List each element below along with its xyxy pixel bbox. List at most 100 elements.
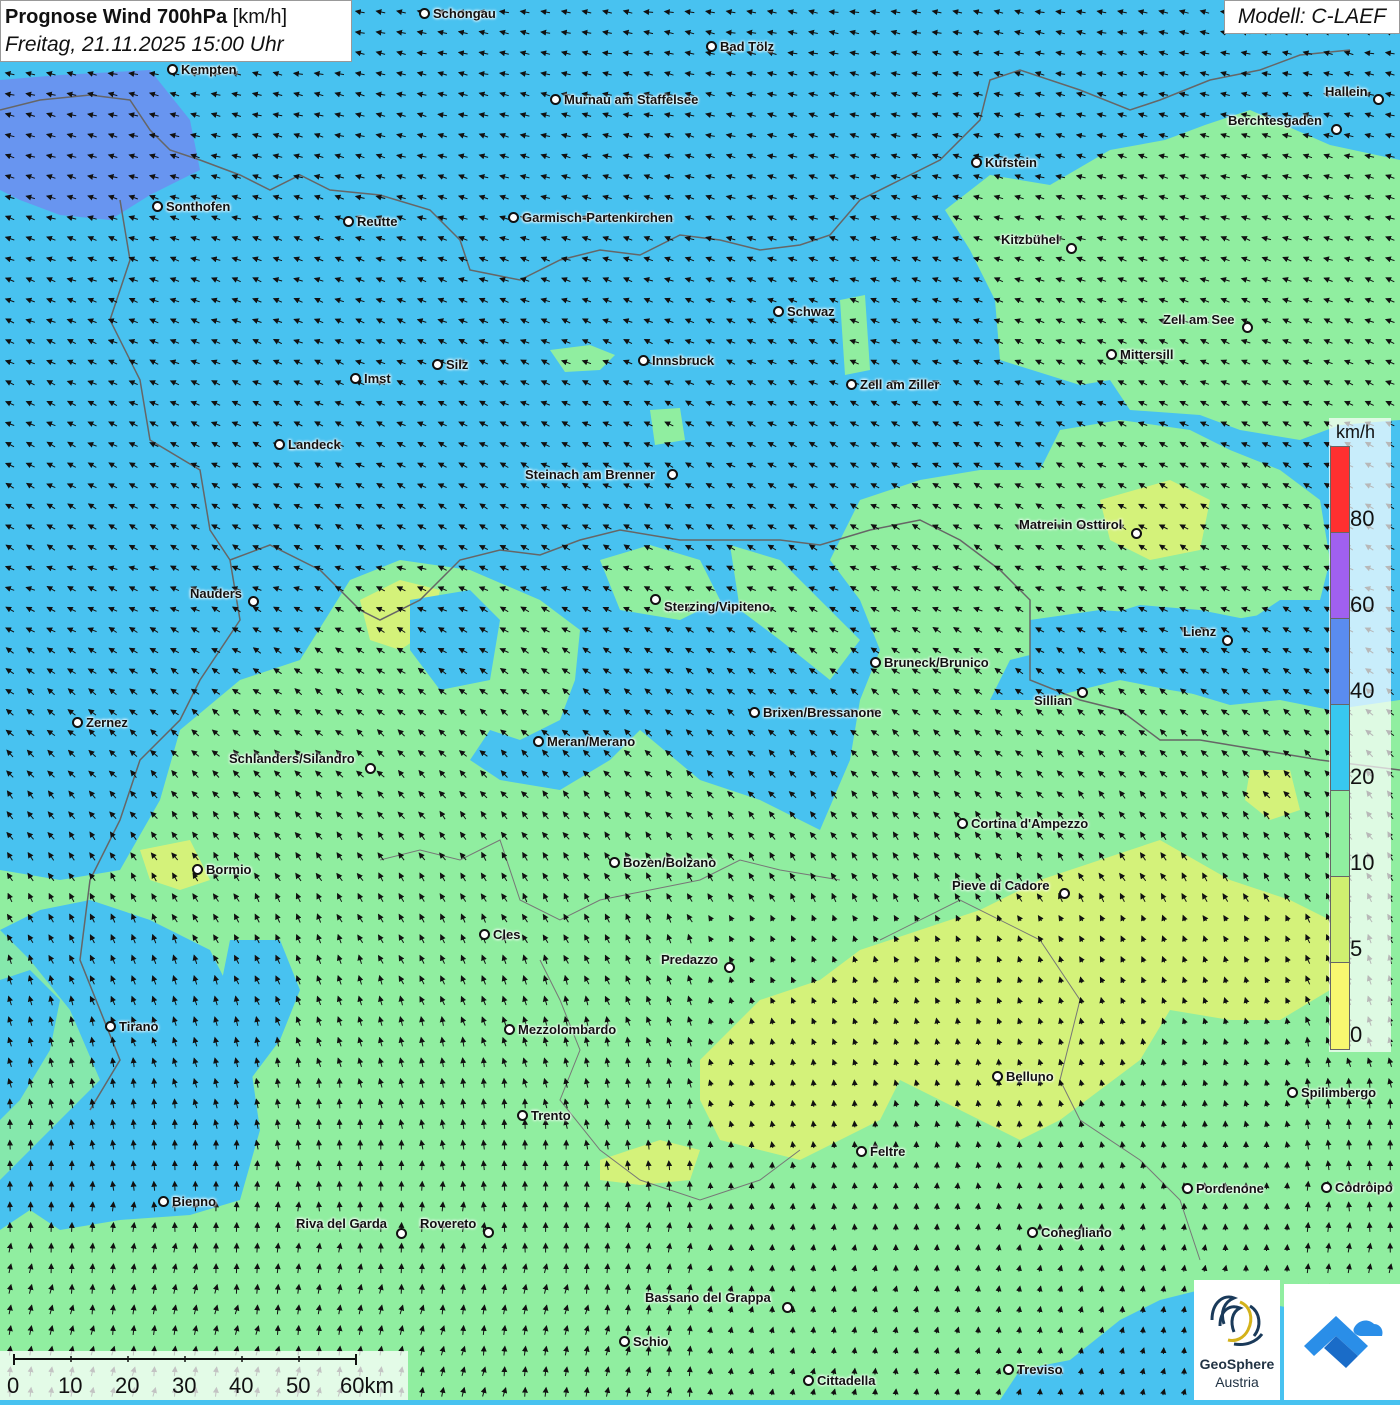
city-marker xyxy=(1331,124,1342,135)
wind-arrow xyxy=(113,1326,114,1335)
wind-arrow xyxy=(957,1204,958,1210)
wind-arrow xyxy=(896,1389,897,1395)
wind-arrow xyxy=(422,1244,423,1253)
legend-label-0: 0 xyxy=(1350,1022,1362,1048)
app-logo[interactable] xyxy=(1284,1284,1400,1400)
wind-arrow xyxy=(1060,1389,1061,1395)
scale-label-20: 20 xyxy=(115,1373,139,1399)
wind-arrow xyxy=(793,1245,794,1251)
city-label: Mezzolombardo xyxy=(518,1022,616,1037)
city-marker xyxy=(248,596,259,607)
city-label: Feltre xyxy=(870,1144,905,1159)
wind-field-green-patch xyxy=(650,408,685,445)
wind-arrow xyxy=(1122,1183,1123,1189)
city-label: Schlanders/Silandro xyxy=(229,751,355,766)
wind-arrow xyxy=(1122,1266,1123,1272)
city-marker xyxy=(782,1302,793,1313)
city-label: Treviso xyxy=(1017,1362,1063,1377)
city-label: Kufstein xyxy=(985,155,1037,170)
city-marker xyxy=(706,41,717,52)
wind-arrow xyxy=(339,1120,340,1129)
wind-arrow xyxy=(587,1285,588,1294)
wind-arrow xyxy=(1019,1348,1020,1354)
wind-arrow xyxy=(1122,1224,1123,1230)
city-label: Spilimbergo xyxy=(1301,1085,1376,1100)
weather-app-icon xyxy=(1284,1284,1400,1400)
wind-arrow xyxy=(504,1099,505,1108)
city-label: Rovereto xyxy=(420,1216,476,1231)
title-unit: [km/h] xyxy=(233,6,287,28)
city-marker xyxy=(483,1227,494,1238)
wind-arrow xyxy=(72,1264,73,1273)
wind-arrow xyxy=(339,1161,340,1170)
city-label: Berchtesgaden xyxy=(1228,113,1322,128)
city-marker xyxy=(619,1336,630,1347)
city-label: Reutte xyxy=(357,214,397,229)
city-marker xyxy=(1321,1182,1332,1193)
title-main: Prognose Wind 700hPa xyxy=(5,6,227,28)
city-label: Predazzo xyxy=(661,952,718,967)
wind-arrow xyxy=(339,1099,340,1108)
wind-arrow xyxy=(278,1326,279,1335)
wind-arrow xyxy=(793,1266,794,1272)
city-marker xyxy=(957,818,968,829)
city-marker xyxy=(1027,1227,1038,1238)
wind-arrow xyxy=(793,1183,794,1189)
wind-arrow xyxy=(72,1244,73,1253)
legend-swatch-10 xyxy=(1331,791,1349,877)
wind-arrow xyxy=(1184,1080,1185,1086)
city-marker xyxy=(609,857,620,868)
city-label: Cittadella xyxy=(817,1373,876,1388)
wind-arrow xyxy=(504,1367,505,1376)
wind-arrow xyxy=(257,1161,258,1170)
city-label: Brixen/Bressanone xyxy=(763,705,882,720)
wind-arrow xyxy=(339,1141,340,1150)
city-label: Tirano xyxy=(119,1019,159,1034)
city-label: Zernez xyxy=(86,715,128,730)
wind-arrow xyxy=(1369,1099,1370,1108)
city-label: Trento xyxy=(531,1108,571,1123)
wind-arrow xyxy=(1163,1163,1164,1169)
city-label: Silz xyxy=(446,357,468,372)
wind-arrow xyxy=(813,1327,814,1333)
city-label: Zell am Ziller xyxy=(860,377,939,392)
city-marker xyxy=(167,64,178,75)
city-label: Cles xyxy=(493,927,520,942)
geosphere-name: GeoSphere xyxy=(1194,1356,1280,1372)
wind-field-green-ziller xyxy=(840,295,870,375)
city-marker xyxy=(1242,322,1253,333)
wind-arrow xyxy=(669,1367,670,1376)
city-marker xyxy=(105,1021,116,1032)
legend-swatch-40 xyxy=(1331,619,1349,705)
city-label: Bozen/Bolzano xyxy=(623,855,716,870)
legend-swatch-20 xyxy=(1331,705,1349,791)
city-label: Schongau xyxy=(433,6,496,21)
city-marker xyxy=(152,201,163,212)
wind-arrow xyxy=(1143,1204,1144,1210)
city-label: Bassano del Grappa xyxy=(645,1290,771,1305)
geosphere-emblem-icon xyxy=(1194,1280,1280,1356)
wind-arrow xyxy=(834,1348,835,1354)
wind-arrow xyxy=(339,1202,340,1211)
city-marker xyxy=(419,8,430,19)
geosphere-logo[interactable]: GeoSphere Austria xyxy=(1194,1280,1280,1400)
wind-arrow xyxy=(1184,1348,1185,1354)
wind-arrow xyxy=(422,1161,423,1170)
city-label: Kempten xyxy=(181,62,237,77)
city-marker xyxy=(192,864,203,875)
wind-arrow xyxy=(1122,1245,1123,1251)
scale-label-40: 40 xyxy=(229,1373,253,1399)
wind-arrow xyxy=(422,1182,423,1191)
wind-arrow xyxy=(504,1182,505,1191)
wind-arrow xyxy=(175,1099,176,1108)
wind-arrow xyxy=(257,1182,258,1191)
city-label: Landeck xyxy=(288,437,341,452)
wind-arrow xyxy=(504,1120,505,1129)
city-marker xyxy=(1059,888,1070,899)
city-label: Innsbruck xyxy=(652,353,714,368)
city-marker xyxy=(550,94,561,105)
city-marker xyxy=(504,1024,515,1035)
city-label: Bad Tölz xyxy=(720,39,774,54)
scale-label-30: 30 xyxy=(172,1373,196,1399)
wind-arrow xyxy=(1184,1121,1185,1127)
